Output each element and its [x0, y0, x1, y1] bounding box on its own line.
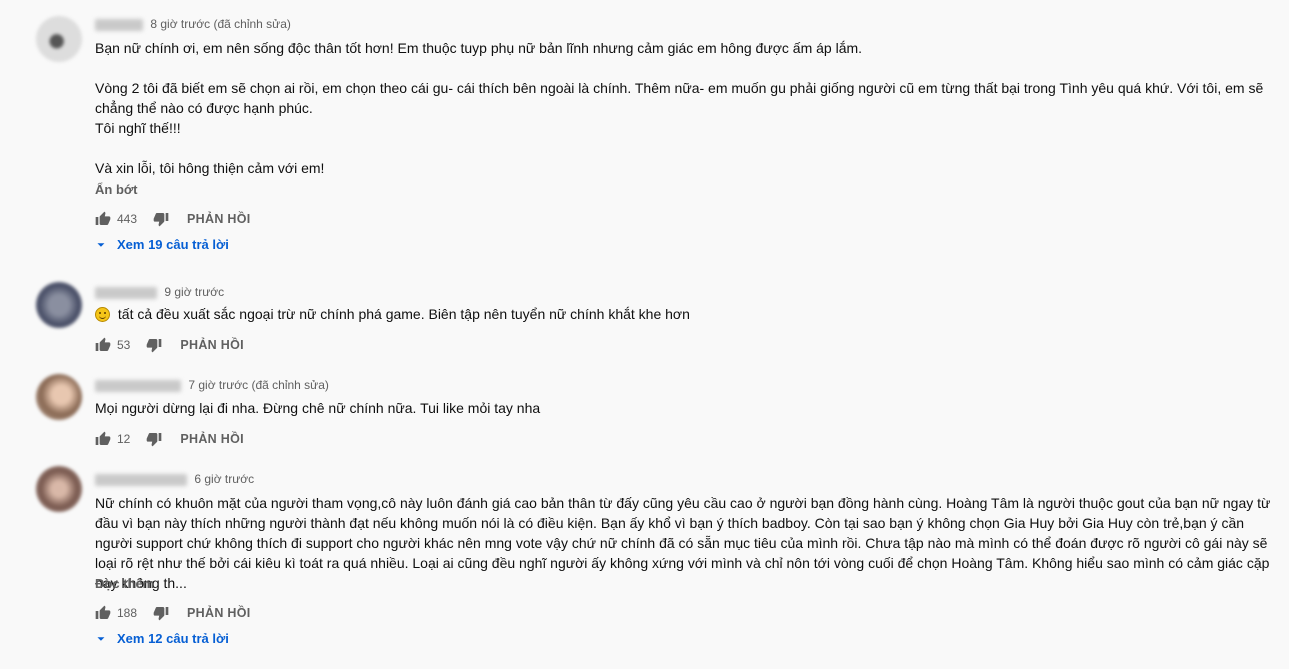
reply-button[interactable]: PHẢN HỒI	[180, 338, 244, 352]
view-replies-label: Xem 19 câu trả lời	[117, 237, 229, 252]
comment-paragraph: Mọi người dừng lại đi nha. Đừng chê nữ c…	[95, 400, 541, 416]
dislike-icon[interactable]	[146, 337, 162, 353]
avatar[interactable]	[36, 374, 82, 420]
author-name[interactable]	[95, 379, 181, 392]
comment-actions: 443 PHẢN HỒI	[95, 209, 251, 229]
show-less-button[interactable]: Ẩn bớt	[95, 182, 137, 197]
view-replies-button[interactable]: Xem 12 câu trả lời	[95, 631, 229, 646]
author-name[interactable]	[95, 286, 157, 299]
comment-header: 9 giờ trước	[95, 285, 224, 299]
caret-down-icon	[97, 636, 105, 641]
comment-paragraph: Vòng 2 tôi đã biết em sẽ chọn ai rồi, em…	[95, 80, 1264, 136]
reply-button[interactable]: PHẢN HỒI	[180, 432, 244, 446]
comment-paragraph: Bạn nữ chính ơi, em nên sống độc thân tố…	[95, 40, 863, 56]
comment-paragraph: Và xin lỗi, tôi hông thiện cảm với em!	[95, 160, 325, 176]
comment-time[interactable]: 6 giờ trước	[194, 472, 254, 486]
comment-time[interactable]: 8 giờ trước (đã chỉnh sửa)	[150, 17, 291, 31]
dislike-icon[interactable]	[146, 431, 162, 447]
avatar[interactable]	[36, 16, 82, 62]
like-icon[interactable]	[95, 605, 111, 621]
dislike-icon[interactable]	[153, 605, 169, 621]
comment-time[interactable]: 9 giờ trước	[164, 285, 224, 299]
comment-time[interactable]: 7 giờ trước (đã chỉnh sửa)	[188, 378, 329, 392]
dislike-icon[interactable]	[153, 211, 169, 227]
smiley-emoji-icon	[95, 307, 110, 322]
like-icon[interactable]	[95, 431, 111, 447]
like-icon[interactable]	[95, 337, 111, 353]
avatar[interactable]	[36, 282, 82, 328]
caret-down-icon	[97, 242, 105, 247]
comment-text: Nữ chính có khuôn mặt của người tham vọn…	[95, 493, 1285, 593]
comment-text: tất cả đều xuất sắc ngoại trừ nữ chính p…	[95, 304, 1285, 324]
comment-actions: 12 PHẢN HỒI	[95, 429, 244, 449]
reply-button[interactable]: PHẢN HỒI	[187, 212, 251, 226]
like-count: 443	[117, 212, 138, 226]
view-replies-label: Xem 12 câu trả lời	[117, 631, 229, 646]
author-name[interactable]	[95, 18, 143, 31]
comment-text: Bạn nữ chính ơi, em nên sống độc thân tố…	[95, 38, 1285, 178]
comment-text: Mọi người dừng lại đi nha. Đừng chê nữ c…	[95, 398, 1285, 418]
reply-button[interactable]: PHẢN HỒI	[187, 606, 251, 620]
like-count: 53	[117, 338, 131, 352]
avatar[interactable]	[36, 466, 82, 512]
like-count: 188	[117, 606, 138, 620]
comment-header: 7 giờ trước (đã chỉnh sửa)	[95, 378, 329, 392]
like-icon[interactable]	[95, 211, 111, 227]
comment-paragraph: Nữ chính có khuôn mặt của người tham vọn…	[95, 495, 1275, 591]
like-count: 12	[117, 432, 131, 446]
comment-header: 8 giờ trước (đã chỉnh sửa)	[95, 17, 291, 31]
comment-header: 6 giờ trước	[95, 472, 254, 486]
read-more-button[interactable]: Đọc thêm	[95, 576, 154, 591]
author-name[interactable]	[95, 473, 187, 486]
comment-paragraph: tất cả đều xuất sắc ngoại trừ nữ chính p…	[117, 306, 690, 322]
comment-actions: 188 PHẢN HỒI	[95, 603, 251, 623]
view-replies-button[interactable]: Xem 19 câu trả lời	[95, 237, 229, 252]
comment-actions: 53 PHẢN HỒI	[95, 335, 244, 355]
